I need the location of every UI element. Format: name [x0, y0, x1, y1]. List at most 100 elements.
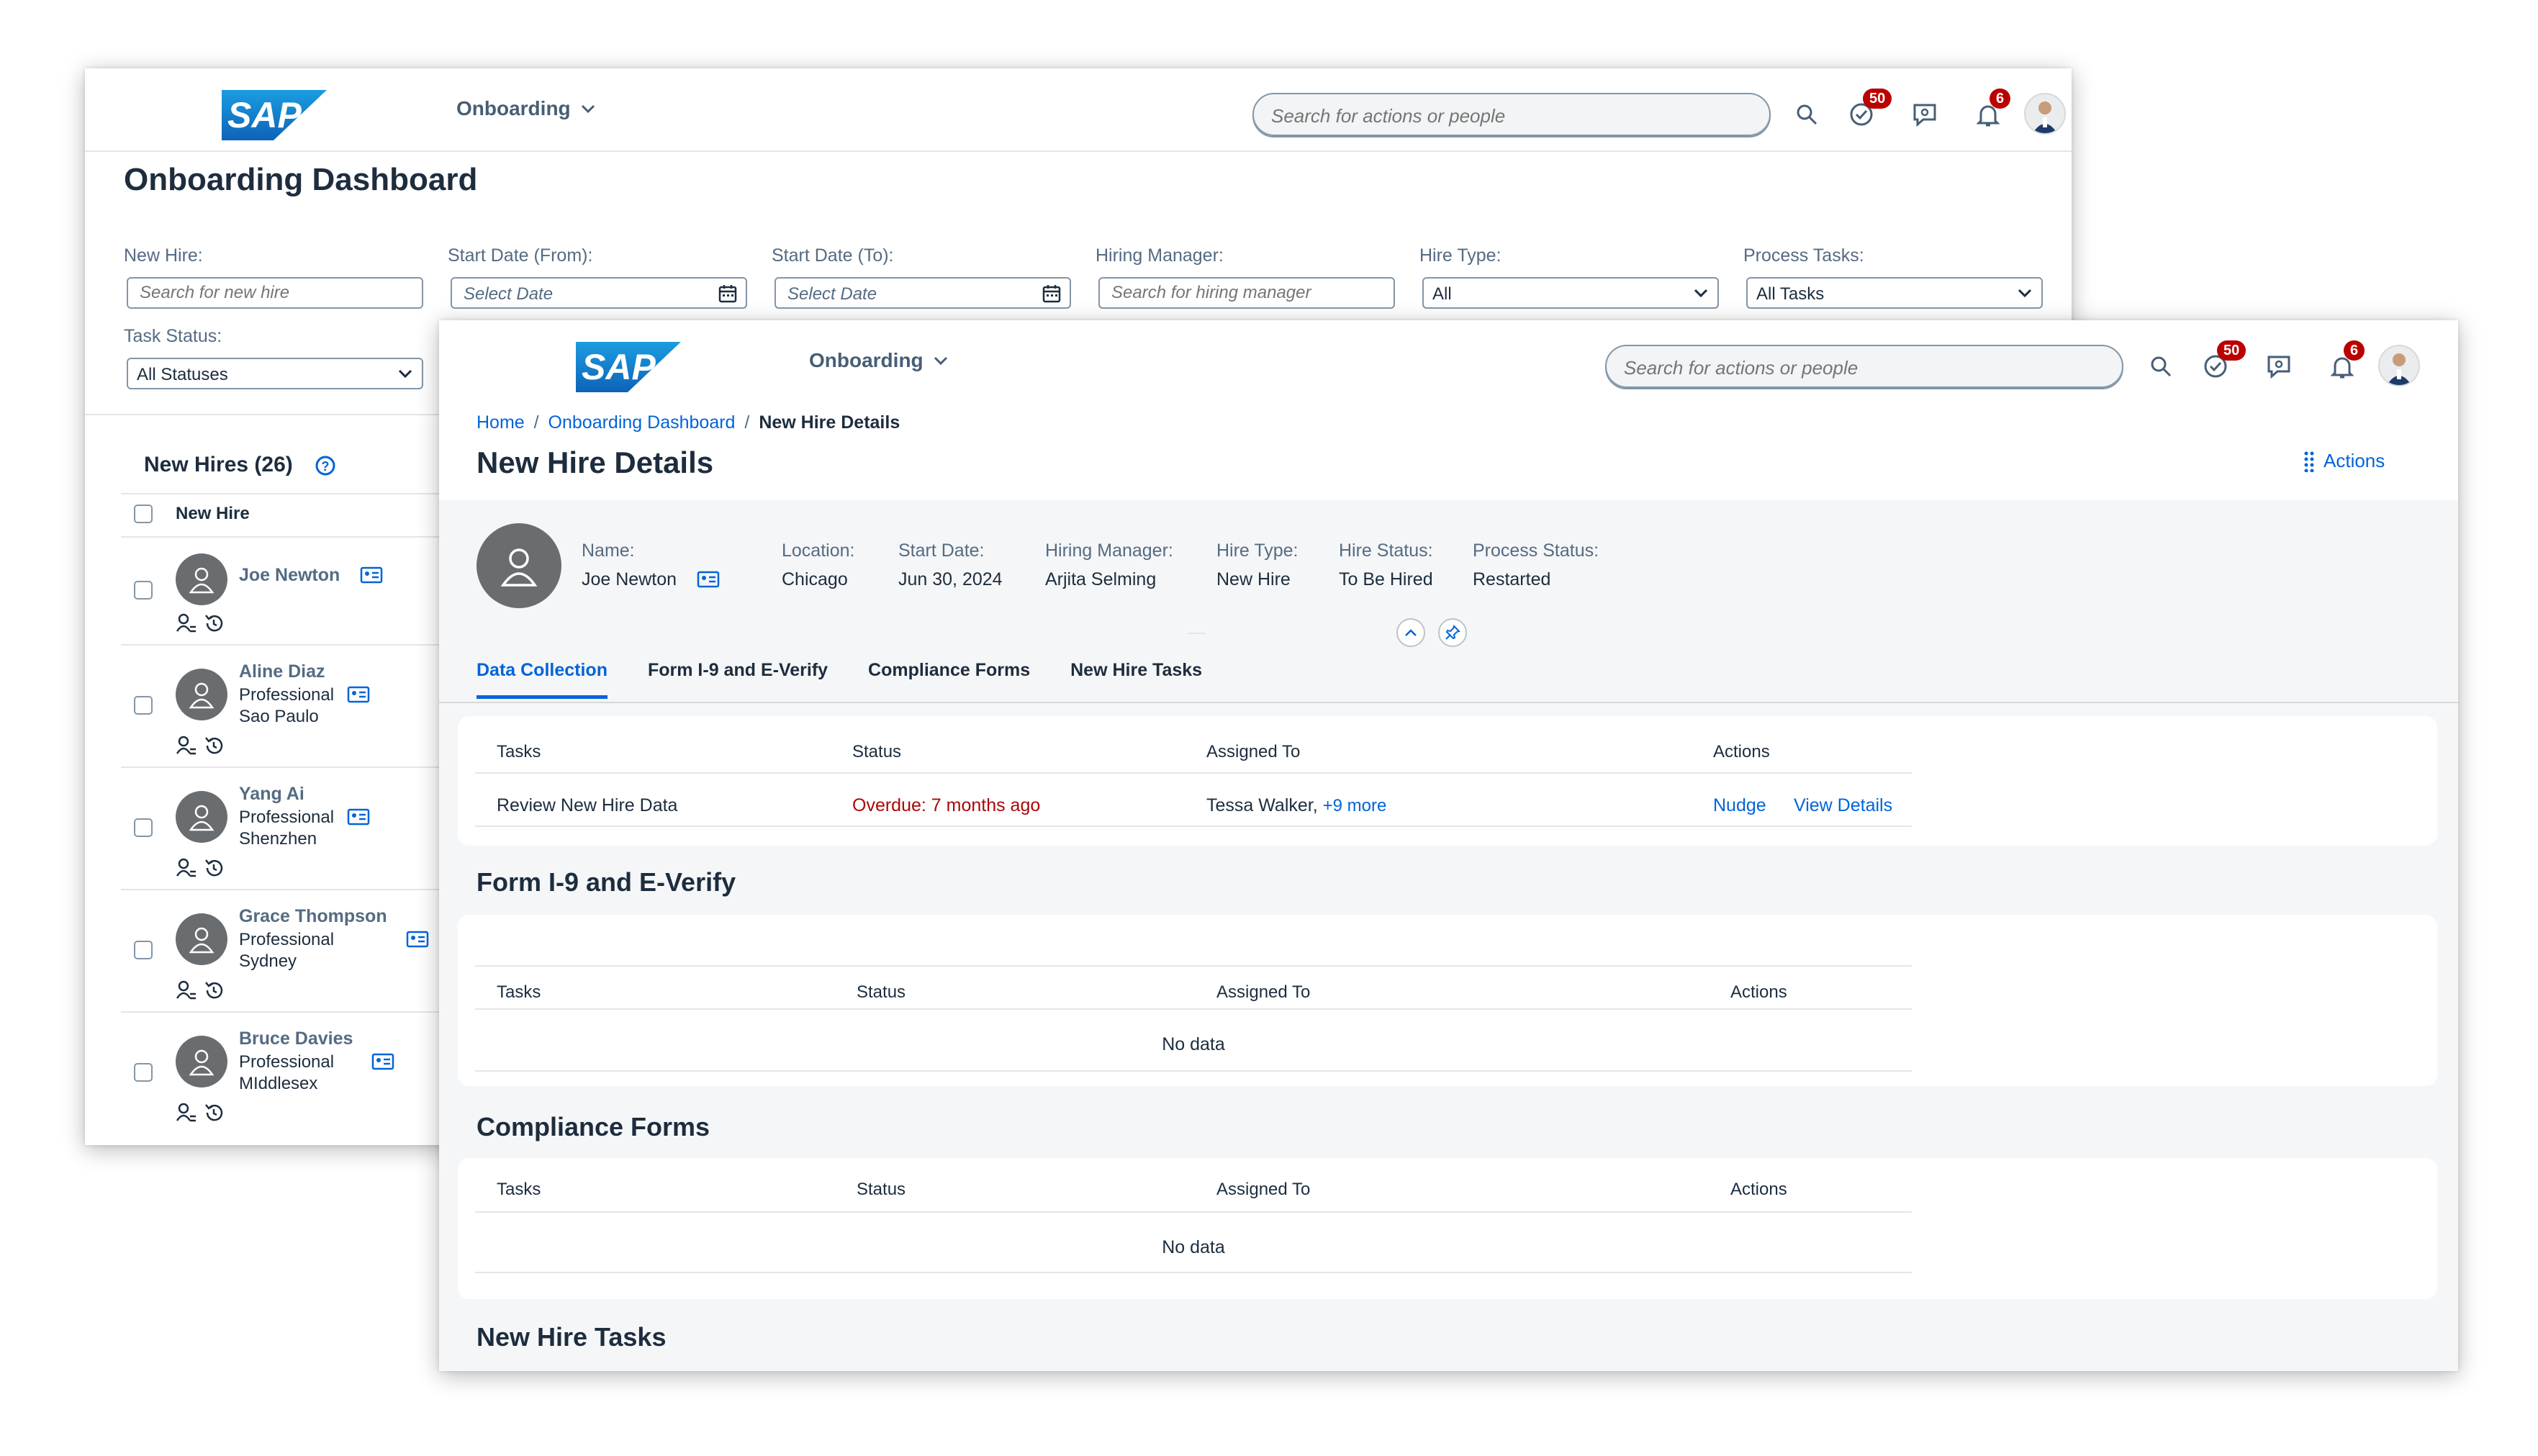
history-icon[interactable]: [203, 980, 225, 1001]
header-toggle-line: [1188, 633, 1206, 634]
overflow-dots-icon: [2304, 451, 2314, 472]
notifications-badge: 6: [1990, 89, 2011, 109]
row-checkbox[interactable]: [134, 941, 153, 959]
person-tasks-icon[interactable]: [176, 735, 197, 756]
breadcrumb-dashboard-link[interactable]: Onboarding Dashboard: [548, 412, 736, 433]
tab-compliance-forms[interactable]: Compliance Forms: [868, 660, 1030, 699]
tab-form-i9[interactable]: Form I-9 and E-Verify: [648, 660, 828, 699]
contact-card-icon[interactable]: [406, 931, 429, 948]
start-date-from-picker[interactable]: Select Date: [451, 277, 747, 309]
new-hire-name[interactable]: Joe Newton: [239, 565, 340, 586]
tab-divider: [439, 702, 2458, 703]
app-menu-button[interactable]: Onboarding: [456, 97, 595, 120]
contact-card-icon[interactable]: [347, 808, 370, 826]
new-hire-name[interactable]: Grace Thompson: [239, 906, 387, 927]
task-status-overdue: Overdue: 7 months ago: [852, 795, 1041, 815]
tab-new-hire-tasks[interactable]: New Hire Tasks: [1070, 660, 1202, 699]
process-tasks-select[interactable]: All Tasks: [1746, 277, 2043, 309]
shell-search-input[interactable]: [1270, 104, 1748, 128]
person-tasks-icon[interactable]: [176, 980, 197, 1001]
chat-icon: [1913, 104, 1936, 127]
location-value: Chicago: [782, 569, 848, 589]
svg-text:?: ?: [322, 459, 330, 474]
row-action-icons: [176, 857, 225, 879]
column-header-tasks: Tasks: [497, 742, 541, 761]
calendar-icon[interactable]: [1042, 284, 1061, 303]
person-avatar: [176, 553, 227, 605]
row-action-icons: [176, 1102, 225, 1123]
shell-search-field[interactable]: [1605, 345, 2123, 389]
shell-search-field[interactable]: [1252, 93, 1771, 137]
new-hire-filter-label: New Hire:: [124, 245, 203, 266]
user-avatar[interactable]: [2024, 93, 2066, 135]
contact-card-icon[interactable]: [347, 686, 370, 703]
my-tasks-button[interactable]: 50: [1847, 89, 1892, 129]
hire-status-label: Hire Status:: [1339, 541, 1433, 561]
notifications-button[interactable]: 6: [2328, 340, 2365, 381]
table-divider: [475, 965, 1912, 967]
new-hire-name[interactable]: Bruce Davies: [239, 1028, 353, 1049]
feedback-button[interactable]: [1910, 100, 1939, 129]
select-all-checkbox[interactable]: [134, 505, 153, 523]
notifications-button[interactable]: 6: [1974, 89, 2011, 129]
my-tasks-button[interactable]: 50: [2201, 340, 2246, 381]
svg-text:SAP: SAP: [582, 347, 656, 387]
breadcrumb-home-link[interactable]: Home: [477, 412, 525, 433]
sap-logo: SAP: [222, 90, 327, 140]
person-tasks-icon[interactable]: [176, 1102, 197, 1123]
history-icon[interactable]: [203, 612, 225, 634]
column-header-actions: Actions: [1730, 982, 1787, 1002]
view-details-link[interactable]: View Details: [1794, 795, 1892, 816]
tab-bar: Data Collection Form I-9 and E-Verify Co…: [477, 660, 1202, 699]
row-checkbox[interactable]: [134, 818, 153, 837]
column-header-tasks: Tasks: [497, 982, 541, 1002]
search-button[interactable]: [1792, 100, 1821, 129]
history-icon[interactable]: [203, 857, 225, 879]
hire-type-select[interactable]: All: [1422, 277, 1719, 309]
task-name: Review New Hire Data: [497, 795, 678, 815]
table-divider: [475, 826, 1912, 827]
calendar-icon[interactable]: [718, 284, 737, 303]
help-icon[interactable]: ?: [315, 455, 336, 476]
contact-card-icon[interactable]: [371, 1053, 394, 1070]
actions-button[interactable]: Actions: [2303, 450, 2385, 472]
search-icon: [2151, 356, 2172, 377]
new-hire-filter-input[interactable]: [127, 277, 423, 309]
more-assignees-link[interactable]: +9 more: [1323, 796, 1387, 815]
person-tasks-icon[interactable]: [176, 612, 197, 634]
start-date-to-picker[interactable]: Select Date: [775, 277, 1071, 309]
name-value: Joe Newton: [582, 569, 677, 589]
history-icon[interactable]: [203, 1102, 225, 1123]
pin-header-button[interactable]: [1438, 618, 1467, 647]
process-status-value: Restarted: [1473, 569, 1551, 589]
collapse-header-button[interactable]: [1396, 618, 1425, 647]
contact-card-icon[interactable]: [360, 566, 383, 584]
nudge-link[interactable]: Nudge: [1713, 795, 1766, 816]
person-placeholder-icon: [189, 805, 214, 831]
column-header-assigned-to: Assigned To: [1216, 982, 1311, 1002]
new-hire-name[interactable]: Yang Ai: [239, 784, 304, 805]
user-avatar[interactable]: [2378, 345, 2420, 386]
column-header-status: Status: [857, 982, 906, 1002]
row-checkbox[interactable]: [134, 696, 153, 715]
shell-search-input[interactable]: [1622, 356, 2100, 380]
table-divider: [475, 1008, 1912, 1010]
shell-bar: SAP Onboarding 50 6: [85, 68, 2072, 152]
new-hire-name[interactable]: Aline Diaz: [239, 661, 325, 682]
history-icon[interactable]: [203, 735, 225, 756]
row-checkbox[interactable]: [134, 581, 153, 600]
search-button[interactable]: [2146, 352, 2175, 381]
task-assigned-to: Tessa Walker, +9 more: [1206, 795, 1386, 816]
person-tasks-icon[interactable]: [176, 857, 197, 879]
contact-card-icon[interactable]: [697, 571, 720, 588]
new-hire-avatar: [477, 523, 561, 608]
row-action-icons: [176, 980, 225, 1001]
tab-data-collection[interactable]: Data Collection: [477, 660, 608, 699]
column-header-assigned-to: Assigned To: [1206, 742, 1301, 761]
no-data-text: No data: [1162, 1034, 1225, 1054]
feedback-button[interactable]: [2264, 352, 2293, 381]
hiring-manager-input[interactable]: [1098, 277, 1395, 309]
task-status-select[interactable]: All Statuses: [127, 358, 423, 389]
app-menu-button[interactable]: Onboarding: [809, 349, 948, 372]
row-checkbox[interactable]: [134, 1063, 153, 1082]
